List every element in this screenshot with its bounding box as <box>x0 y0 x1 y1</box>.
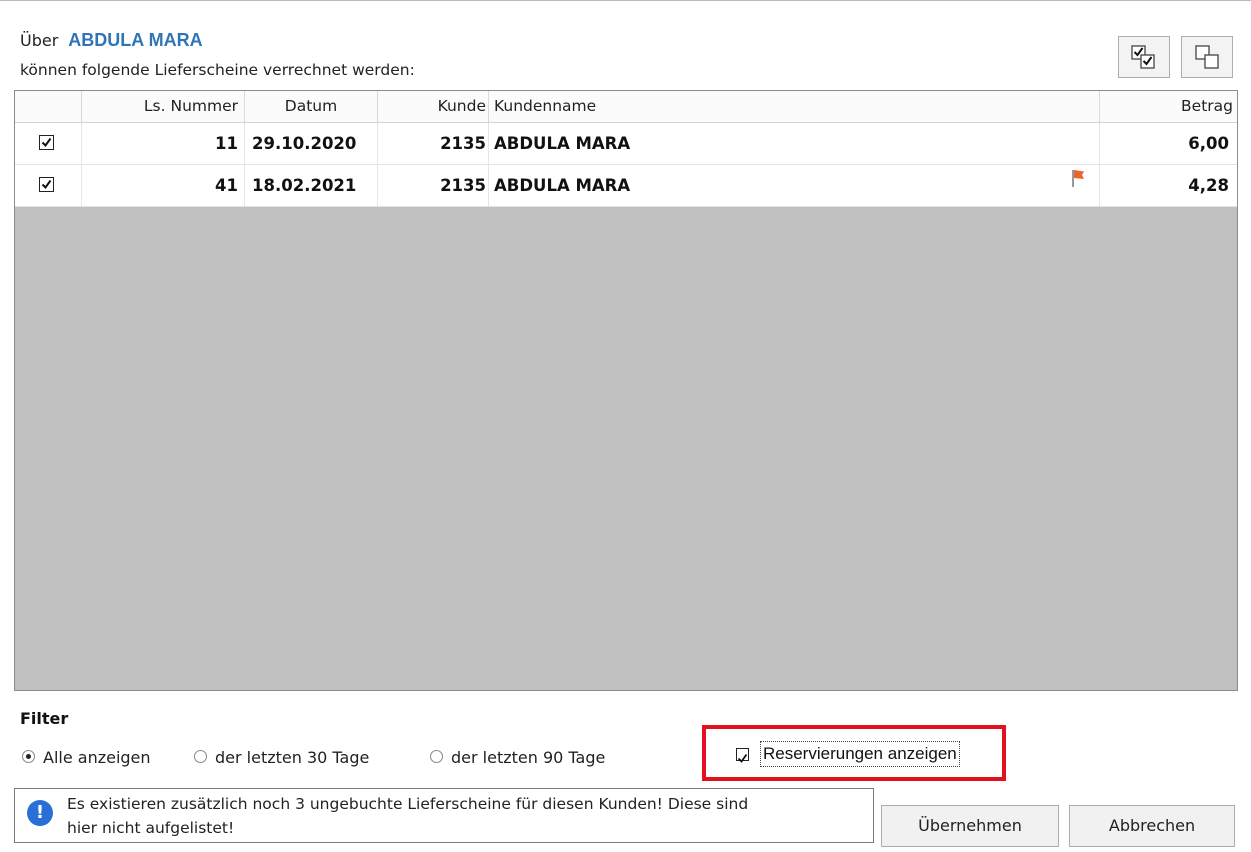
ls-nummer-cell: 41 <box>82 165 245 206</box>
header-datum[interactable]: Datum <box>245 91 378 122</box>
radio-label: Alle anzeigen <box>43 748 151 767</box>
uncheck-all-icon <box>1195 45 1219 69</box>
filter-title: Filter <box>20 709 69 728</box>
radio-label: der letzten 30 Tage <box>215 748 370 767</box>
cancel-button[interactable]: Abbrechen <box>1069 805 1235 847</box>
header-check-column <box>15 91 82 122</box>
betrag-cell: 4,28 <box>1188 176 1229 195</box>
betrag-cell: 6,00 <box>1188 134 1229 153</box>
row-check-cell[interactable] <box>15 123 82 164</box>
checkmark-icon <box>41 179 52 190</box>
info-panel: ! Es existieren zusätzlich noch 3 ungebu… <box>14 788 874 843</box>
ls-nummer-cell: 11 <box>82 123 245 164</box>
reservations-checkbox-box[interactable] <box>736 748 749 763</box>
radio-label: der letzten 90 Tage <box>451 748 606 767</box>
check-all-icon <box>1131 45 1155 69</box>
kundenname-cell: ABDULA MARA <box>489 165 1100 206</box>
row-checkbox[interactable] <box>39 177 54 192</box>
header-betrag[interactable]: Betrag <box>1100 91 1237 122</box>
deselect-all-button[interactable] <box>1181 36 1233 78</box>
header-line: Über ABDULA MARA <box>20 30 203 51</box>
header-ls-nummer[interactable]: Ls. Nummer <box>82 91 245 122</box>
kundenname-cell: ABDULA MARA <box>489 123 1100 164</box>
info-text-line2: hier nicht aufgelistet! <box>67 819 235 837</box>
info-text-line1: Es existieren zusätzlich noch 3 ungebuch… <box>67 795 749 813</box>
row-checkbox[interactable] <box>39 135 54 150</box>
grid-header: Ls. Nummer Datum Kunde Kundenname Betrag <box>15 91 1237 123</box>
select-all-button[interactable] <box>1118 36 1170 78</box>
header-subtitle: können folgende Lieferscheine verrechnet… <box>20 61 415 79</box>
exclamation-info-icon: ! <box>27 800 53 826</box>
header-kunde[interactable]: Kunde <box>378 91 489 122</box>
delivery-notes-grid[interactable]: Ls. Nummer Datum Kunde Kundenname Betrag… <box>14 90 1238 691</box>
radio-unselected-icon <box>194 750 207 763</box>
kunde-cell: 2135 <box>378 165 489 206</box>
window-top-border <box>0 0 1251 1</box>
radio-letzten-90-tage[interactable]: der letzten 90 Tage <box>430 748 605 767</box>
flag-icon <box>1072 170 1084 187</box>
radio-selected-icon <box>22 750 35 763</box>
datum-cell: 29.10.2020 <box>245 123 378 164</box>
row-check-cell[interactable] <box>15 165 82 206</box>
reservations-label[interactable]: Reservierungen anzeigen <box>760 741 960 767</box>
table-row[interactable]: 41 18.02.2021 2135 ABDULA MARA 4,28 <box>15 165 1237 207</box>
customer-name: ABDULA MARA <box>68 30 203 50</box>
kunde-cell: 2135 <box>378 123 489 164</box>
radio-alle-anzeigen[interactable]: Alle anzeigen <box>22 748 151 767</box>
checkmark-icon <box>41 137 52 148</box>
radio-letzten-30-tage[interactable]: der letzten 30 Tage <box>194 748 369 767</box>
table-row[interactable]: 11 29.10.2020 2135 ABDULA MARA 6,00 <box>15 123 1237 165</box>
checkmark-icon <box>737 753 748 763</box>
header-kundenname[interactable]: Kundenname <box>489 91 1100 122</box>
header-prefix: Über <box>20 31 59 50</box>
info-text: Es existieren zusätzlich noch 3 ungebuch… <box>67 792 867 840</box>
apply-button[interactable]: Übernehmen <box>881 805 1059 847</box>
datum-cell: 18.02.2021 <box>245 165 378 206</box>
radio-unselected-icon <box>430 750 443 763</box>
